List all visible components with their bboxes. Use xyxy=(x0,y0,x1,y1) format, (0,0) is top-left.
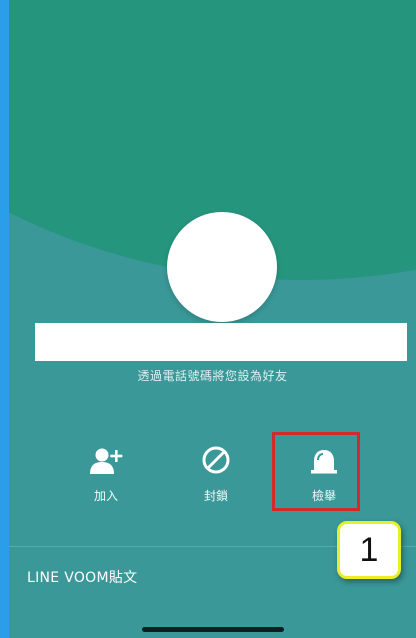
add-friend-button[interactable]: 加入 xyxy=(61,444,151,504)
block-label: 封鎖 xyxy=(203,489,228,503)
profile-name-redacted xyxy=(35,323,407,361)
avatar[interactable] xyxy=(167,212,277,322)
block-icon xyxy=(202,446,230,474)
home-indicator[interactable] xyxy=(142,627,284,632)
block-button[interactable]: 封鎖 xyxy=(171,444,261,504)
add-friend-icon xyxy=(90,448,123,474)
step-number-badge: 1 xyxy=(337,521,401,579)
friend-source-text: 透過電話號碼將您設為好友 xyxy=(137,369,288,383)
left-accent-bar xyxy=(0,0,9,638)
line-voom-posts-title[interactable]: LINE VOOM貼文 xyxy=(27,567,137,587)
report-highlight-box xyxy=(272,432,360,511)
add-friend-label: 加入 xyxy=(93,489,118,503)
screenshot-frame: 透過電話號碼將您設為好友 加入 封鎖 檢舉 LINE VOOM貼文 1 xyxy=(0,0,416,638)
